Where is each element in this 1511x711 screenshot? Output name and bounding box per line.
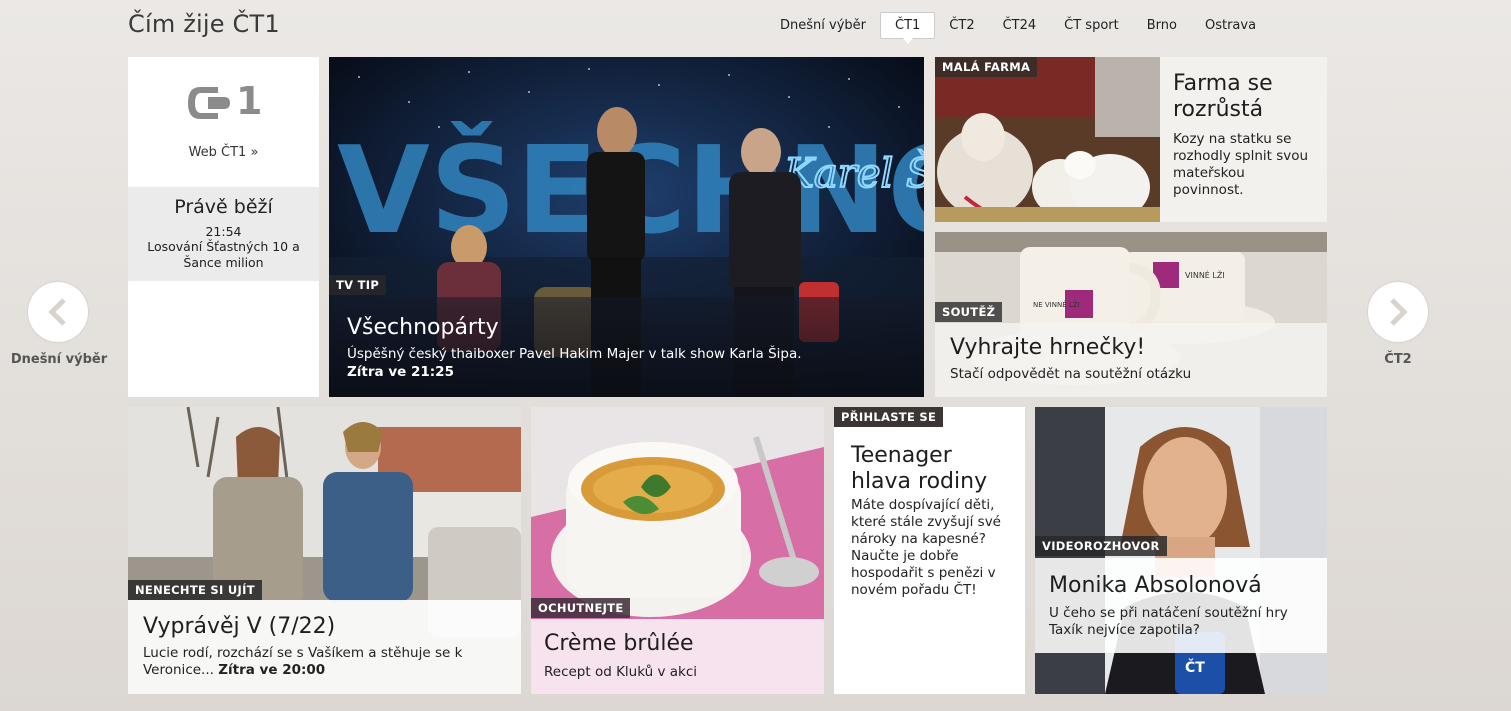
vsechnoparty-airtime: Zítra ve 21:25 bbox=[347, 364, 454, 380]
tile-farma[interactable]: MALÁ FARMA Farma se rozrůstá Kozy na sta… bbox=[935, 57, 1327, 222]
tile-teenager[interactable]: PŘIHLASTE SE Teenager hlava rodiny Máte … bbox=[834, 407, 1025, 694]
now-playing-box: Právě běží 21:54 Losování Šťastných 10 a… bbox=[128, 187, 319, 281]
teenager-desc: Máte dospívající děti, které stále zvyšu… bbox=[851, 497, 1001, 598]
nav-item-dnesni-vyber[interactable]: Dnešní výběr bbox=[766, 12, 880, 39]
badge-prihlaste-se: PŘIHLASTE SE bbox=[834, 407, 944, 427]
ct1-logo[interactable]: 1 bbox=[186, 79, 264, 123]
nav-item-ct1[interactable]: ČT1 bbox=[880, 12, 936, 44]
chevron-right-icon bbox=[1390, 298, 1408, 326]
nav-item-ct24[interactable]: ČT24 bbox=[989, 12, 1051, 39]
vypravej-desc: Lucie rodí, rozchází se s Vašíkem a stěh… bbox=[143, 645, 493, 679]
channel-info-box: 1 Web ČT1 » Právě běží 21:54 Losování Šť… bbox=[128, 57, 319, 397]
tile-monika-absolonova[interactable]: ČT VIDEOROZHOVOR Monika Absolonová U čeh… bbox=[1035, 407, 1327, 694]
badge-nenechte-si-ujit: NENECHTE SI UJÍT bbox=[128, 580, 262, 600]
tile-creme-brulee[interactable]: OCHUTNEJTE Crème brûlée Recept od Kluků … bbox=[531, 407, 824, 694]
vypravej-airtime: Zítra ve 20:00 bbox=[218, 662, 326, 678]
ct-logo-icon bbox=[188, 87, 230, 119]
chevron-left-icon bbox=[48, 298, 66, 326]
tile-vsechnoparty[interactable]: VŠECHNO Karel Šíp TV TIP Všechnopárty Ús… bbox=[329, 57, 924, 397]
svg-text:Karel Šíp: Karel Šíp bbox=[783, 150, 924, 197]
creme-brulee-desc: Recept od Kluků v akci bbox=[544, 664, 698, 680]
teenager-title[interactable]: Teenager hlava rodiny bbox=[851, 443, 1016, 495]
prev-channel-control[interactable]: Dnešní výběr bbox=[10, 282, 108, 367]
now-playing-time: 21:54 bbox=[205, 224, 242, 239]
creme-brulee-caption: Crème brûlée Recept od Kluků v akci bbox=[531, 619, 824, 694]
soutez-desc: Stačí odpovědět na soutěžní otázku bbox=[950, 366, 1192, 382]
web-ct1-link[interactable]: Web ČT1 » bbox=[128, 145, 319, 160]
monika-title[interactable]: Monika Absolonová bbox=[1049, 573, 1327, 599]
soutez-caption: Vyhrajte hrnečky! Stačí odpovědět na sou… bbox=[935, 323, 1327, 397]
now-playing-show[interactable]: Losování Šťastných 10 a Šance milion bbox=[128, 239, 319, 271]
svg-text:NE VINNÉ LŽI: NE VINNÉ LŽI bbox=[1033, 300, 1080, 309]
nav-item-ct2[interactable]: ČT2 bbox=[935, 12, 988, 39]
nav-item-brno[interactable]: Brno bbox=[1133, 12, 1191, 39]
monika-caption: Monika Absolonová U čeho se při natáčení… bbox=[1035, 558, 1327, 653]
vypravej-title[interactable]: Vyprávěj V (7/22) bbox=[143, 614, 521, 640]
svg-text:VINNÉ LŽI: VINNÉ LŽI bbox=[1185, 269, 1225, 280]
channel-nav: Dnešní výběr ČT1 ČT2 ČT24 ČT sport Brno … bbox=[766, 12, 1270, 44]
badge-videorozhovor: VIDEOROZHOVOR bbox=[1035, 536, 1167, 556]
tile-vypravej[interactable]: NENECHTE SI UJÍT Vyprávěj V (7/22) Lucie… bbox=[128, 407, 521, 694]
badge-tv-tip: TV TIP bbox=[329, 275, 387, 295]
ct1-logo-number: 1 bbox=[236, 79, 263, 123]
badge-ochutnejte: OCHUTNEJTE bbox=[531, 598, 631, 618]
page-title: Čím žije ČT1 bbox=[128, 10, 280, 38]
vsechnoparty-caption: Všechnopárty Úspěšný český thaiboxer Pav… bbox=[329, 297, 924, 397]
farma-title[interactable]: Farma se rozrůstá bbox=[1173, 71, 1323, 123]
soutez-title[interactable]: Vyhrajte hrnečky! bbox=[950, 335, 1327, 361]
next-channel-control[interactable]: ČT2 bbox=[1358, 282, 1438, 367]
creme-brulee-title[interactable]: Crème brûlée bbox=[544, 631, 824, 657]
prev-channel-label[interactable]: Dnešní výběr bbox=[10, 352, 108, 367]
goats-photo bbox=[935, 57, 1160, 222]
prev-arrow-button[interactable] bbox=[28, 282, 88, 342]
badge-mala-farma: MALÁ FARMA bbox=[935, 57, 1038, 77]
vsechnoparty-desc: Úspěšný český thaiboxer Pavel Hakim Maje… bbox=[347, 346, 802, 362]
nav-item-ostrava[interactable]: Ostrava bbox=[1191, 12, 1270, 39]
svg-text:ČT: ČT bbox=[1185, 658, 1205, 676]
farma-desc: Kozy na statku se rozhodly splnit svou m… bbox=[1173, 131, 1309, 198]
monika-desc: U čeho se při natáčení soutěžní hry Taxí… bbox=[1049, 605, 1288, 638]
next-channel-label[interactable]: ČT2 bbox=[1358, 352, 1438, 367]
vsechnoparty-title[interactable]: Všechnopárty bbox=[347, 315, 906, 340]
next-arrow-button[interactable] bbox=[1368, 282, 1428, 342]
now-playing-title: Právě běží bbox=[174, 196, 273, 218]
vypravej-caption: Vyprávěj V (7/22) Lucie rodí, rozchází s… bbox=[128, 600, 521, 694]
channel-logo-area[interactable]: 1 Web ČT1 » bbox=[128, 57, 319, 187]
nav-item-ct-sport[interactable]: ČT sport bbox=[1050, 12, 1133, 39]
badge-soutez: SOUTĚŽ bbox=[935, 302, 1003, 322]
farma-text-panel: Farma se rozrůstá Kozy na statku se rozh… bbox=[1160, 57, 1327, 222]
tile-soutez[interactable]: VINNÉ LŽI NE VINNÉ LŽI SOUTĚŽ Vyhrajte h… bbox=[935, 232, 1327, 397]
